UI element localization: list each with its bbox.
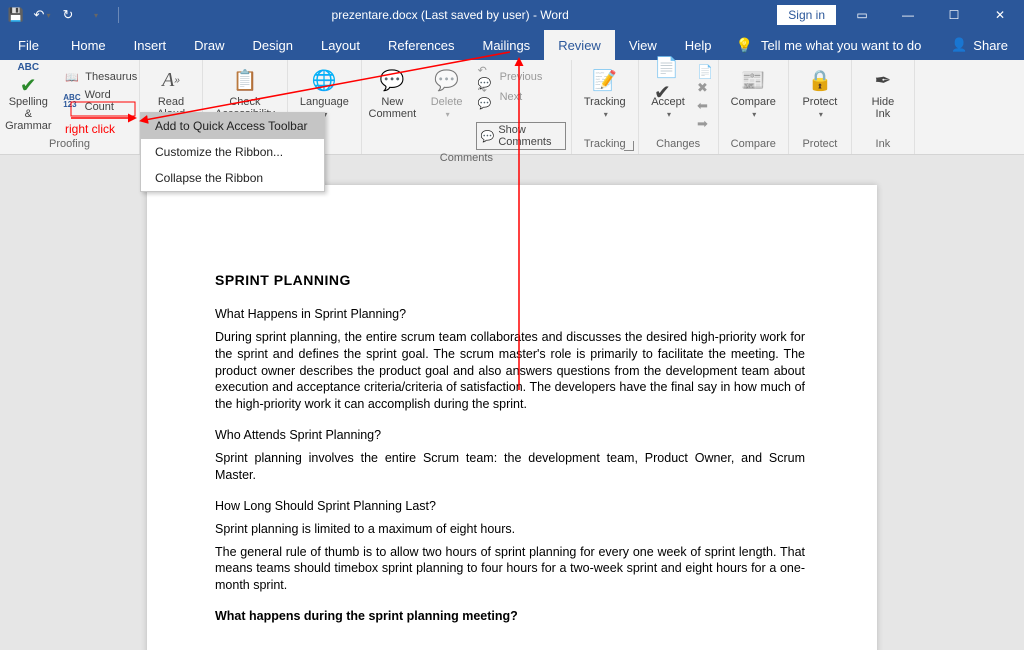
group-label-changes: Changes	[656, 136, 700, 152]
context-add-to-qat[interactable]: Add to Quick Access Toolbar	[141, 113, 324, 139]
doc-paragraph: Sprint planning is limited to a maximum …	[215, 521, 805, 538]
group-label-proofing: Proofing	[49, 136, 90, 152]
chevron-down-icon: ▾	[819, 110, 823, 119]
menu-references[interactable]: References	[374, 30, 468, 60]
context-menu: Add to Quick Access Toolbar Customize th…	[140, 112, 325, 192]
share-button[interactable]: 👤 Share	[935, 37, 1024, 53]
document-area[interactable]: SPRINT PLANNING What Happens in Sprint P…	[0, 155, 1024, 650]
minimize-icon[interactable]: —	[888, 0, 928, 30]
sign-in-button[interactable]: Sign in	[777, 5, 836, 25]
group-ink: ✒ Hide Ink Ink	[852, 60, 915, 154]
abc-check-icon: ABC✔	[14, 66, 42, 94]
doc-paragraph: During sprint planning, the entire scrum…	[215, 329, 805, 413]
window-title: prezentare.docx (Last saved by user) - W…	[123, 8, 777, 22]
menu-design[interactable]: Design	[239, 30, 307, 60]
quick-access-toolbar: 💾 ↶▾ ↻ ▾	[0, 7, 123, 23]
accept-icon: 📄✔	[654, 66, 682, 94]
group-label-compare: Compare	[731, 136, 776, 152]
thesaurus-button[interactable]: 📖Thesaurus	[61, 68, 139, 86]
context-customize-ribbon[interactable]: Customize the Ribbon...	[141, 139, 324, 165]
menu-review[interactable]: Review	[544, 30, 615, 60]
chevron-down-icon: ▾	[667, 110, 671, 119]
group-comments: 💬 New Comment 💬 Delete ▾ ↶💬Previous ↷💬Ne…	[362, 60, 572, 154]
lightbulb-icon: 💡	[736, 37, 753, 54]
group-compare: 📰 Compare ▾ Compare	[719, 60, 789, 154]
menu-bar: File Home Insert Draw Design Layout Refe…	[0, 30, 1024, 60]
group-protect: 🔒 Protect ▾ Protect	[789, 60, 852, 154]
title-bar: 💾 ↶▾ ↻ ▾ prezentare.docx (Last saved by …	[0, 0, 1024, 30]
menu-mailings[interactable]: Mailings	[469, 30, 545, 60]
next-change-icon[interactable]: ➡	[697, 116, 713, 132]
accessibility-icon: 📋	[231, 66, 259, 94]
next-comment-button[interactable]: ↷💬Next	[476, 88, 566, 106]
doc-paragraph: The general rule of thumb is to allow tw…	[215, 544, 805, 595]
group-label-ink: Ink	[876, 136, 891, 152]
dialog-launcher-icon[interactable]	[624, 141, 634, 151]
compare-icon: 📰	[739, 66, 767, 94]
menu-file[interactable]: File	[0, 30, 57, 60]
book-icon: 📖	[63, 69, 81, 85]
menu-home[interactable]: Home	[57, 30, 120, 60]
protect-button[interactable]: 🔒 Protect ▾	[795, 64, 845, 121]
delete-comment-icon: 💬	[433, 66, 461, 94]
undo-icon[interactable]: ↶▾	[34, 7, 50, 23]
menu-draw[interactable]: Draw	[180, 30, 238, 60]
separator	[118, 7, 119, 23]
context-collapse-ribbon[interactable]: Collapse the Ribbon	[141, 165, 324, 191]
tell-me-label: Tell me what you want to do	[761, 38, 921, 53]
menu-layout[interactable]: Layout	[307, 30, 374, 60]
tell-me-box[interactable]: 💡 Tell me what you want to do	[736, 37, 922, 54]
document-page: SPRINT PLANNING What Happens in Sprint P…	[147, 185, 877, 650]
ink-icon: ✒	[869, 66, 897, 94]
doc-paragraph: Sprint planning involves the entire Scru…	[215, 450, 805, 484]
save-icon[interactable]: 💾	[8, 7, 24, 23]
next-icon: ↷💬	[478, 89, 496, 105]
reject-icon[interactable]: 📄✖	[697, 64, 713, 96]
redo-icon[interactable]: ↻	[60, 7, 76, 23]
menu-insert[interactable]: Insert	[120, 30, 181, 60]
abc123-icon: ABC123	[63, 93, 80, 109]
tracking-button[interactable]: 📝 Tracking ▾	[578, 64, 632, 121]
chevron-down-icon: ▾	[752, 110, 756, 119]
compare-button[interactable]: 📰 Compare ▾	[725, 64, 782, 121]
doc-subheading: What Happens in Sprint Planning?	[215, 306, 805, 323]
group-proofing: ABC✔ Spelling & Grammar 📖Thesaurus ABC12…	[0, 60, 140, 154]
accept-button[interactable]: 📄✔ Accept ▾	[643, 64, 693, 121]
doc-heading: SPRINT PLANNING	[215, 271, 805, 290]
hide-ink-button[interactable]: ✒ Hide Ink	[858, 64, 908, 122]
maximize-icon[interactable]: ☐	[934, 0, 974, 30]
share-label: Share	[973, 38, 1008, 53]
close-icon[interactable]: ✕	[980, 0, 1020, 30]
word-count-button[interactable]: ABC123Word Count	[61, 88, 139, 114]
spelling-grammar-button[interactable]: ABC✔ Spelling & Grammar	[0, 64, 57, 134]
previous-icon: ↶💬	[478, 69, 496, 85]
read-aloud-icon: A»	[157, 66, 185, 94]
group-label-tracking: Tracking	[584, 136, 626, 152]
lock-icon: 🔒	[806, 66, 834, 94]
doc-subheading: How Long Should Sprint Planning Last?	[215, 498, 805, 515]
group-tracking: 📝 Tracking ▾ Tracking	[572, 60, 639, 154]
show-comments-button[interactable]: 💬 Show Comments	[476, 122, 566, 150]
tracking-icon: 📝	[591, 66, 619, 94]
share-icon: 👤	[951, 37, 967, 53]
group-changes: 📄✔ Accept ▾ 📄✖ ⬅ ➡ Changes	[639, 60, 719, 154]
annotation-rightclick: right click	[65, 122, 115, 136]
group-label-protect: Protect	[802, 136, 837, 152]
qat-dropdown-icon[interactable]: ▾	[88, 7, 104, 23]
show-comments-icon: 💬	[481, 130, 495, 143]
prev-change-icon[interactable]: ⬅	[697, 98, 713, 114]
chevron-down-icon: ▾	[604, 110, 608, 119]
globe-icon: 🌐	[310, 66, 338, 94]
chevron-down-icon: ▾	[446, 110, 450, 119]
new-comment-icon: 💬	[378, 66, 406, 94]
new-comment-button[interactable]: 💬 New Comment	[367, 64, 418, 122]
doc-subheading: What happens during the sprint planning …	[215, 608, 805, 625]
doc-subheading: Who Attends Sprint Planning?	[215, 427, 805, 444]
ribbon-display-icon[interactable]: ▭	[842, 0, 882, 30]
delete-comment-button[interactable]: 💬 Delete ▾	[422, 64, 472, 121]
